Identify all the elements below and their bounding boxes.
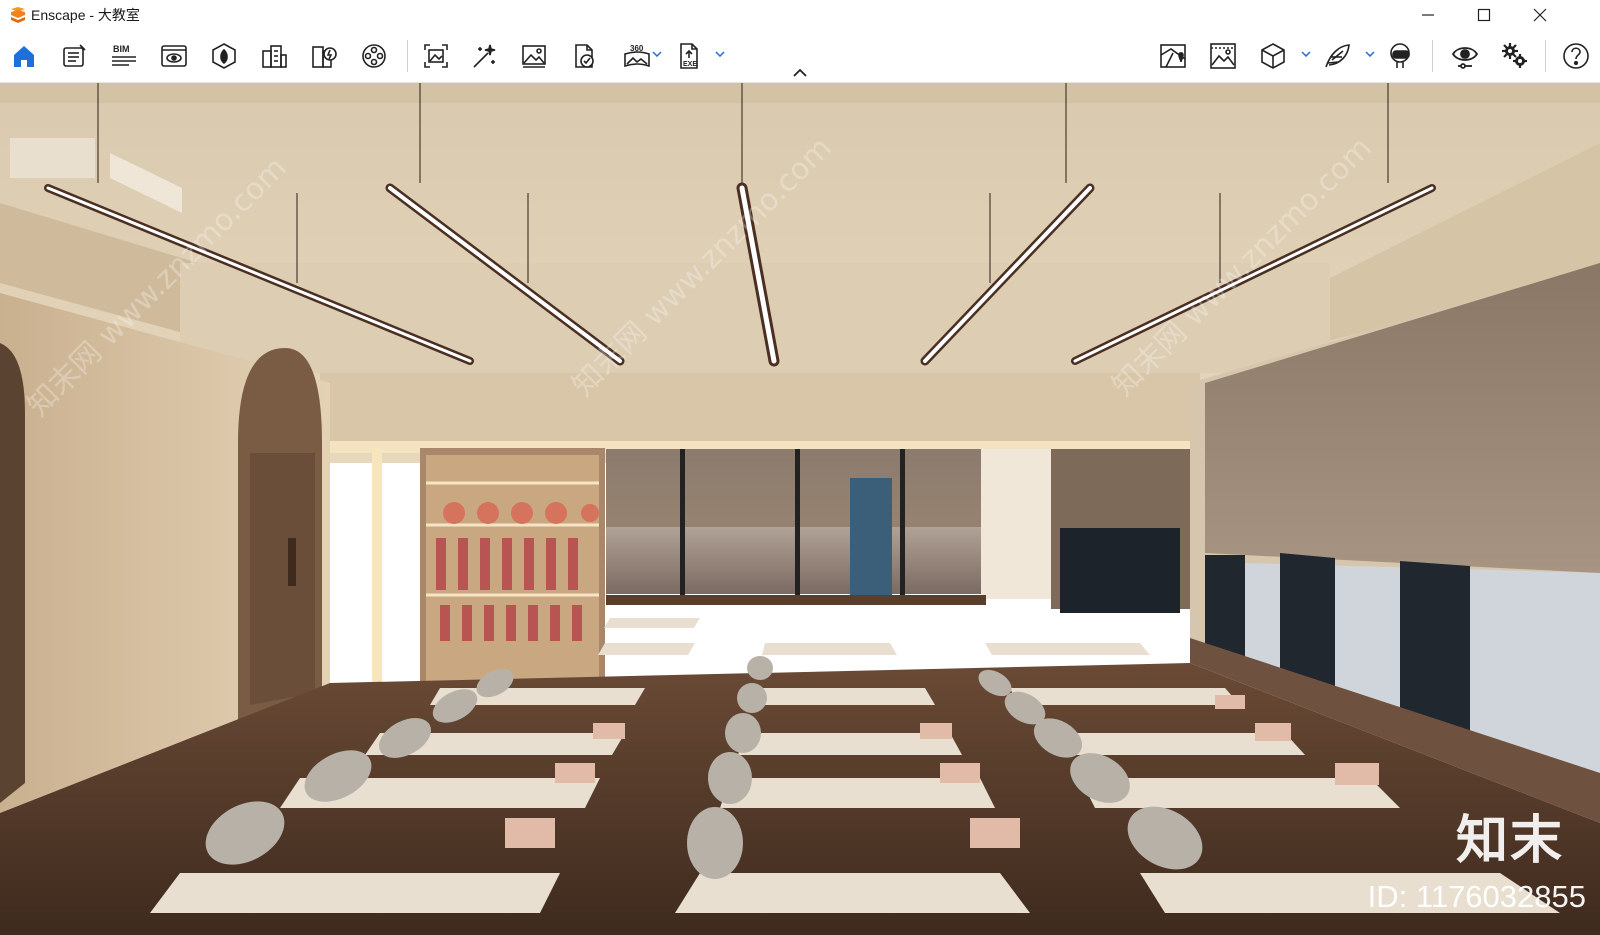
screenshot-icon [424, 44, 448, 68]
chevron-down-icon [715, 51, 725, 57]
video-editor-icon [362, 44, 386, 68]
toolbar-separator [1432, 40, 1433, 72]
window-title: Enscape - 大教室 [31, 7, 140, 23]
general-settings-icon [1502, 43, 1527, 68]
minimize-button[interactable] [1405, 0, 1451, 30]
svg-text:BIM: BIM [113, 44, 130, 54]
home-icon [14, 46, 34, 67]
vr-headset-icon [1390, 43, 1410, 68]
views-icon [161, 45, 187, 67]
video-editor-button[interactable] [356, 38, 392, 74]
chevron-up-icon [793, 69, 807, 77]
close-button[interactable] [1517, 0, 1563, 30]
map-icon [1160, 44, 1186, 68]
magic-wand-button[interactable] [466, 38, 502, 74]
enscape-logo-icon [11, 7, 25, 23]
vr-headset-button[interactable] [1383, 38, 1419, 74]
watermark-brand: 知末 [1455, 811, 1564, 871]
maximize-icon [1477, 8, 1491, 22]
feather-icon [1325, 44, 1350, 68]
visual-settings-button[interactable] [1447, 38, 1483, 74]
cube-view-dropdown[interactable] [1300, 48, 1312, 60]
map-button[interactable] [1155, 38, 1191, 74]
chevron-down-icon [652, 51, 662, 57]
collapse-toolbar-button[interactable] [791, 66, 809, 80]
cube-view-button[interactable] [1255, 38, 1291, 74]
site-context-icon [262, 45, 287, 68]
views-button[interactable] [156, 38, 192, 74]
magic-wand-icon [473, 44, 496, 68]
exe-export-icon: EXE [680, 43, 698, 69]
web-standalone-icon [575, 44, 594, 68]
general-settings-button[interactable] [1497, 38, 1533, 74]
toolbar-separator [1545, 40, 1546, 72]
screenshot-button[interactable] [418, 38, 454, 74]
minimize-icon [1422, 14, 1434, 16]
project-notes-icon [63, 44, 86, 67]
feather-dropdown[interactable] [1364, 48, 1376, 60]
svg-text:EXE: EXE [683, 61, 697, 68]
image-rendering-button[interactable] [1205, 38, 1241, 74]
project-notes-button[interactable] [56, 38, 92, 74]
image-export-icon [522, 45, 546, 68]
bim-button[interactable]: BIM [106, 38, 142, 74]
toolbar-separator [407, 40, 408, 72]
close-icon [1533, 8, 1547, 22]
watermark-id: ID: 1176032855 [1367, 879, 1586, 914]
image-rendering-icon [1210, 43, 1236, 69]
web-standalone-button[interactable] [566, 38, 602, 74]
render-viewport[interactable]: 知末网 www.znzmo.com 知末网 www.znzmo.com 知末网 … [0, 83, 1600, 935]
main-toolbar: BIM 360 EXE [0, 30, 1600, 83]
visual-settings-icon [1451, 47, 1479, 69]
asset-library-button[interactable] [206, 38, 242, 74]
chevron-down-icon [1365, 51, 1375, 57]
exe-dropdown[interactable] [714, 48, 726, 60]
bim-icon: BIM [112, 44, 136, 66]
help-button[interactable] [1558, 38, 1594, 74]
title-bar: Enscape - 大教室 [0, 0, 1600, 30]
chevron-down-icon [1301, 51, 1311, 57]
site-context-button[interactable] [256, 38, 292, 74]
maximize-button[interactable] [1461, 0, 1507, 30]
help-icon [1563, 43, 1589, 69]
feather-button[interactable] [1319, 38, 1355, 74]
image-export-button[interactable] [516, 38, 552, 74]
home-button[interactable] [6, 38, 42, 74]
material-editor-icon [312, 46, 337, 68]
asset-library-icon [212, 43, 236, 69]
material-editor-button[interactable] [306, 38, 342, 74]
cube-view-icon [1261, 43, 1285, 69]
panorama-360-icon: 360 [624, 44, 650, 68]
panorama-360-button[interactable]: 360 [619, 38, 655, 74]
exe-export-button[interactable]: EXE [672, 38, 708, 74]
panorama-dropdown[interactable] [651, 48, 663, 60]
